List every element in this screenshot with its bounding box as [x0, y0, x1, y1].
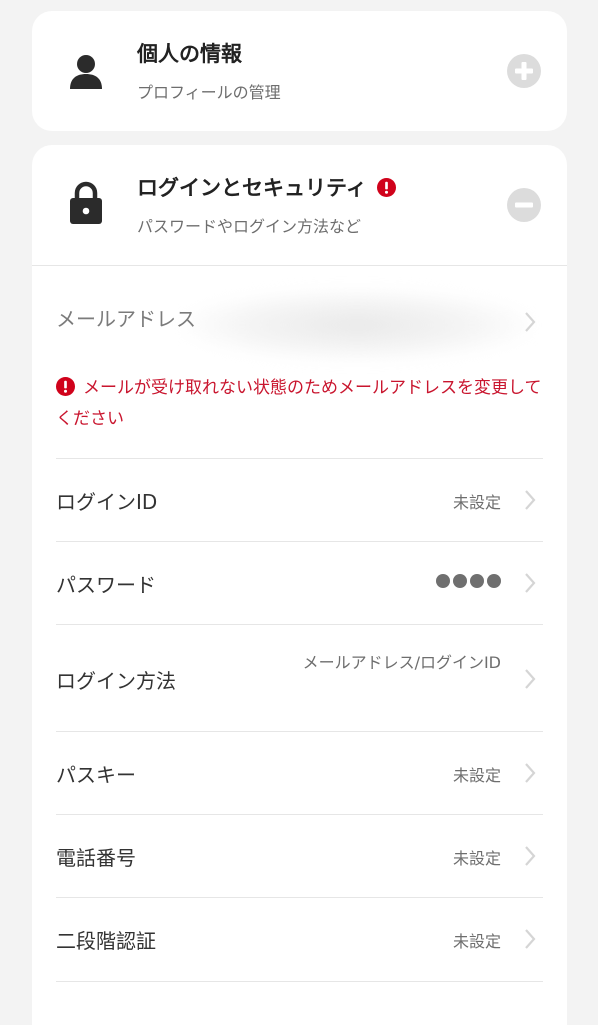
plus-icon[interactable]: [507, 54, 541, 88]
login-id-row[interactable]: ログインID 未設定: [32, 459, 567, 542]
personal-info-card[interactable]: 個人の情報 プロフィールの管理: [32, 11, 567, 131]
row-divider: [56, 981, 543, 982]
minus-icon[interactable]: [507, 188, 541, 222]
chevron-right-icon: [525, 490, 536, 510]
email-value-redacted: [182, 289, 532, 361]
login-method-row[interactable]: ログイン方法 メールアドレス/ログインID: [32, 625, 567, 731]
login-id-label: ログインID: [56, 490, 158, 514]
password-label: パスワード: [56, 573, 156, 597]
password-dot: [453, 574, 467, 588]
chevron-right-icon: [525, 763, 536, 783]
email-row[interactable]: メールアドレス: [32, 285, 567, 361]
security-header[interactable]: ログインとセキュリティ パスワードやログイン方法など: [32, 145, 567, 265]
two-step-auth-label: 二段階認証: [56, 929, 156, 953]
security-subtitle: パスワードやログイン方法など: [137, 217, 362, 236]
personal-info-title: 個人の情報: [137, 42, 242, 66]
security-card: ログインとセキュリティ パスワードやログイン方法など メールアドレス メールが受…: [32, 145, 567, 1025]
password-dot: [436, 574, 450, 588]
chevron-right-icon: [525, 312, 536, 332]
security-title: ログインとセキュリティ: [137, 176, 367, 200]
email-label: メールアドレス: [56, 307, 196, 331]
chevron-right-icon: [525, 846, 536, 866]
passkey-value: 未設定: [452, 766, 501, 785]
chevron-right-icon: [525, 573, 536, 593]
phone-number-row[interactable]: 電話番号 未設定: [32, 815, 567, 898]
phone-number-value: 未設定: [452, 849, 501, 868]
person-icon: [70, 55, 102, 89]
phone-number-label: 電話番号: [56, 846, 136, 870]
password-row[interactable]: パスワード: [32, 542, 567, 625]
two-step-auth-value: 未設定: [452, 932, 501, 951]
email-error-message: メールが受け取れない状態のためメールアドレスを変更してください: [56, 373, 546, 435]
header-divider: [32, 265, 567, 266]
security-title-row: ログインとセキュリティ: [137, 172, 396, 202]
personal-info-subtitle: プロフィールの管理: [137, 83, 281, 102]
chevron-right-icon: [525, 929, 536, 949]
personal-title-row: 個人の情報: [137, 38, 242, 68]
two-step-auth-row[interactable]: 二段階認証 未設定: [32, 898, 567, 981]
lock-icon: [70, 181, 102, 224]
alert-icon: [56, 377, 75, 396]
passkey-row[interactable]: パスキー 未設定: [32, 732, 567, 815]
login-method-value: メールアドレス/ログインID: [302, 653, 501, 672]
chevron-right-icon: [525, 669, 536, 689]
password-dot: [470, 574, 484, 588]
alert-icon: [376, 177, 396, 197]
email-error-text: メールが受け取れない状態のためメールアドレスを変更してください: [56, 378, 542, 429]
passkey-label: パスキー: [56, 763, 136, 787]
password-masked-value: [436, 574, 501, 588]
login-id-value: 未設定: [452, 493, 501, 512]
password-dot: [487, 574, 501, 588]
personal-info-header[interactable]: 個人の情報 プロフィールの管理: [32, 11, 567, 131]
login-method-label: ログイン方法: [56, 669, 176, 693]
